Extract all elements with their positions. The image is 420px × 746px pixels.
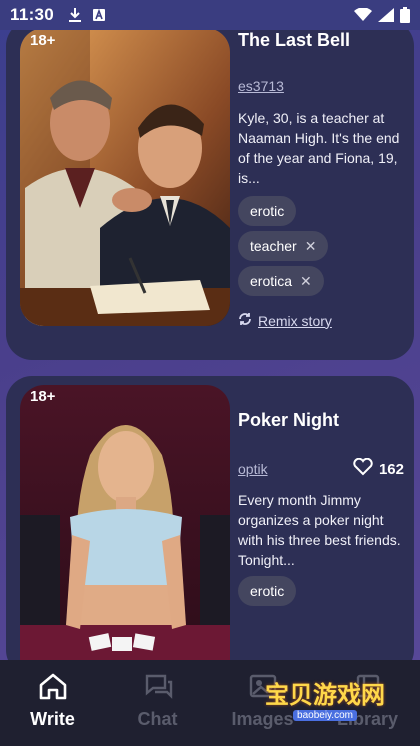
nav-label: Chat [137,709,178,729]
bottom-navigation: Write Chat Images Library [0,660,420,746]
like-button[interactable]: 162 [353,457,404,480]
author-link[interactable]: optik [238,461,268,477]
story-description: Kyle, 30, is a teacher at Naaman High. I… [238,110,400,186]
chat-icon [143,672,173,705]
nav-item-write[interactable]: Write [3,660,103,730]
like-count: 162 [378,460,404,478]
wifi-icon [354,8,372,22]
tag-label: erotica [250,273,293,289]
nav-item-images[interactable]: Images [213,660,313,730]
story-card[interactable]: 18+ Poker Night optik 162 Every month Ji… [6,376,414,685]
download-icon [68,7,82,23]
signal-icon [378,8,394,22]
tag-label: erotic [250,203,285,219]
story-cover-image[interactable] [20,385,230,685]
story-description: Every month Jimmy organizes a poker nigh… [238,492,401,568]
author-link[interactable]: es3713 [238,78,284,94]
age-rating-badge: 18+ [30,32,56,49]
tag-chip[interactable]: erotica ✕ [238,266,324,296]
clock: 11:30 [10,5,55,24]
nav-label: Images [231,709,294,729]
remove-tag-icon[interactable]: ✕ [305,238,317,255]
nav-item-chat[interactable]: Chat [108,660,208,730]
tag-chip[interactable]: erotic [238,576,297,606]
image-icon [248,672,278,705]
app-notification-icon [92,8,106,22]
story-cover-image[interactable] [20,28,230,326]
tag-chip[interactable]: erotic [238,196,297,226]
tag-list: erotic [238,196,404,231]
nav-label: Write [30,709,75,729]
story-title[interactable]: The Last Bell [238,30,404,51]
nav-item-library[interactable]: Library [318,660,418,730]
age-rating-badge: 18+ [30,388,56,405]
status-bar: 11:30 [0,0,420,30]
remix-label: Remix story [258,312,332,329]
heart-icon [353,457,373,480]
library-icon [353,672,383,705]
story-title[interactable]: Poker Night [238,410,404,431]
story-card[interactable]: 18+ The Last Bell es3713 Kyle, 30, is a … [6,20,414,360]
refresh-icon [238,312,252,329]
nav-label: Library [336,709,399,729]
remix-story-button[interactable]: Remix story [238,312,404,329]
tag-label: erotic [250,583,285,599]
battery-icon [400,7,410,23]
home-icon [38,672,68,705]
tag-label: teacher [250,238,297,254]
tag-chip[interactable]: teacher ✕ [238,231,329,261]
remove-tag-icon[interactable]: ✕ [300,273,312,290]
